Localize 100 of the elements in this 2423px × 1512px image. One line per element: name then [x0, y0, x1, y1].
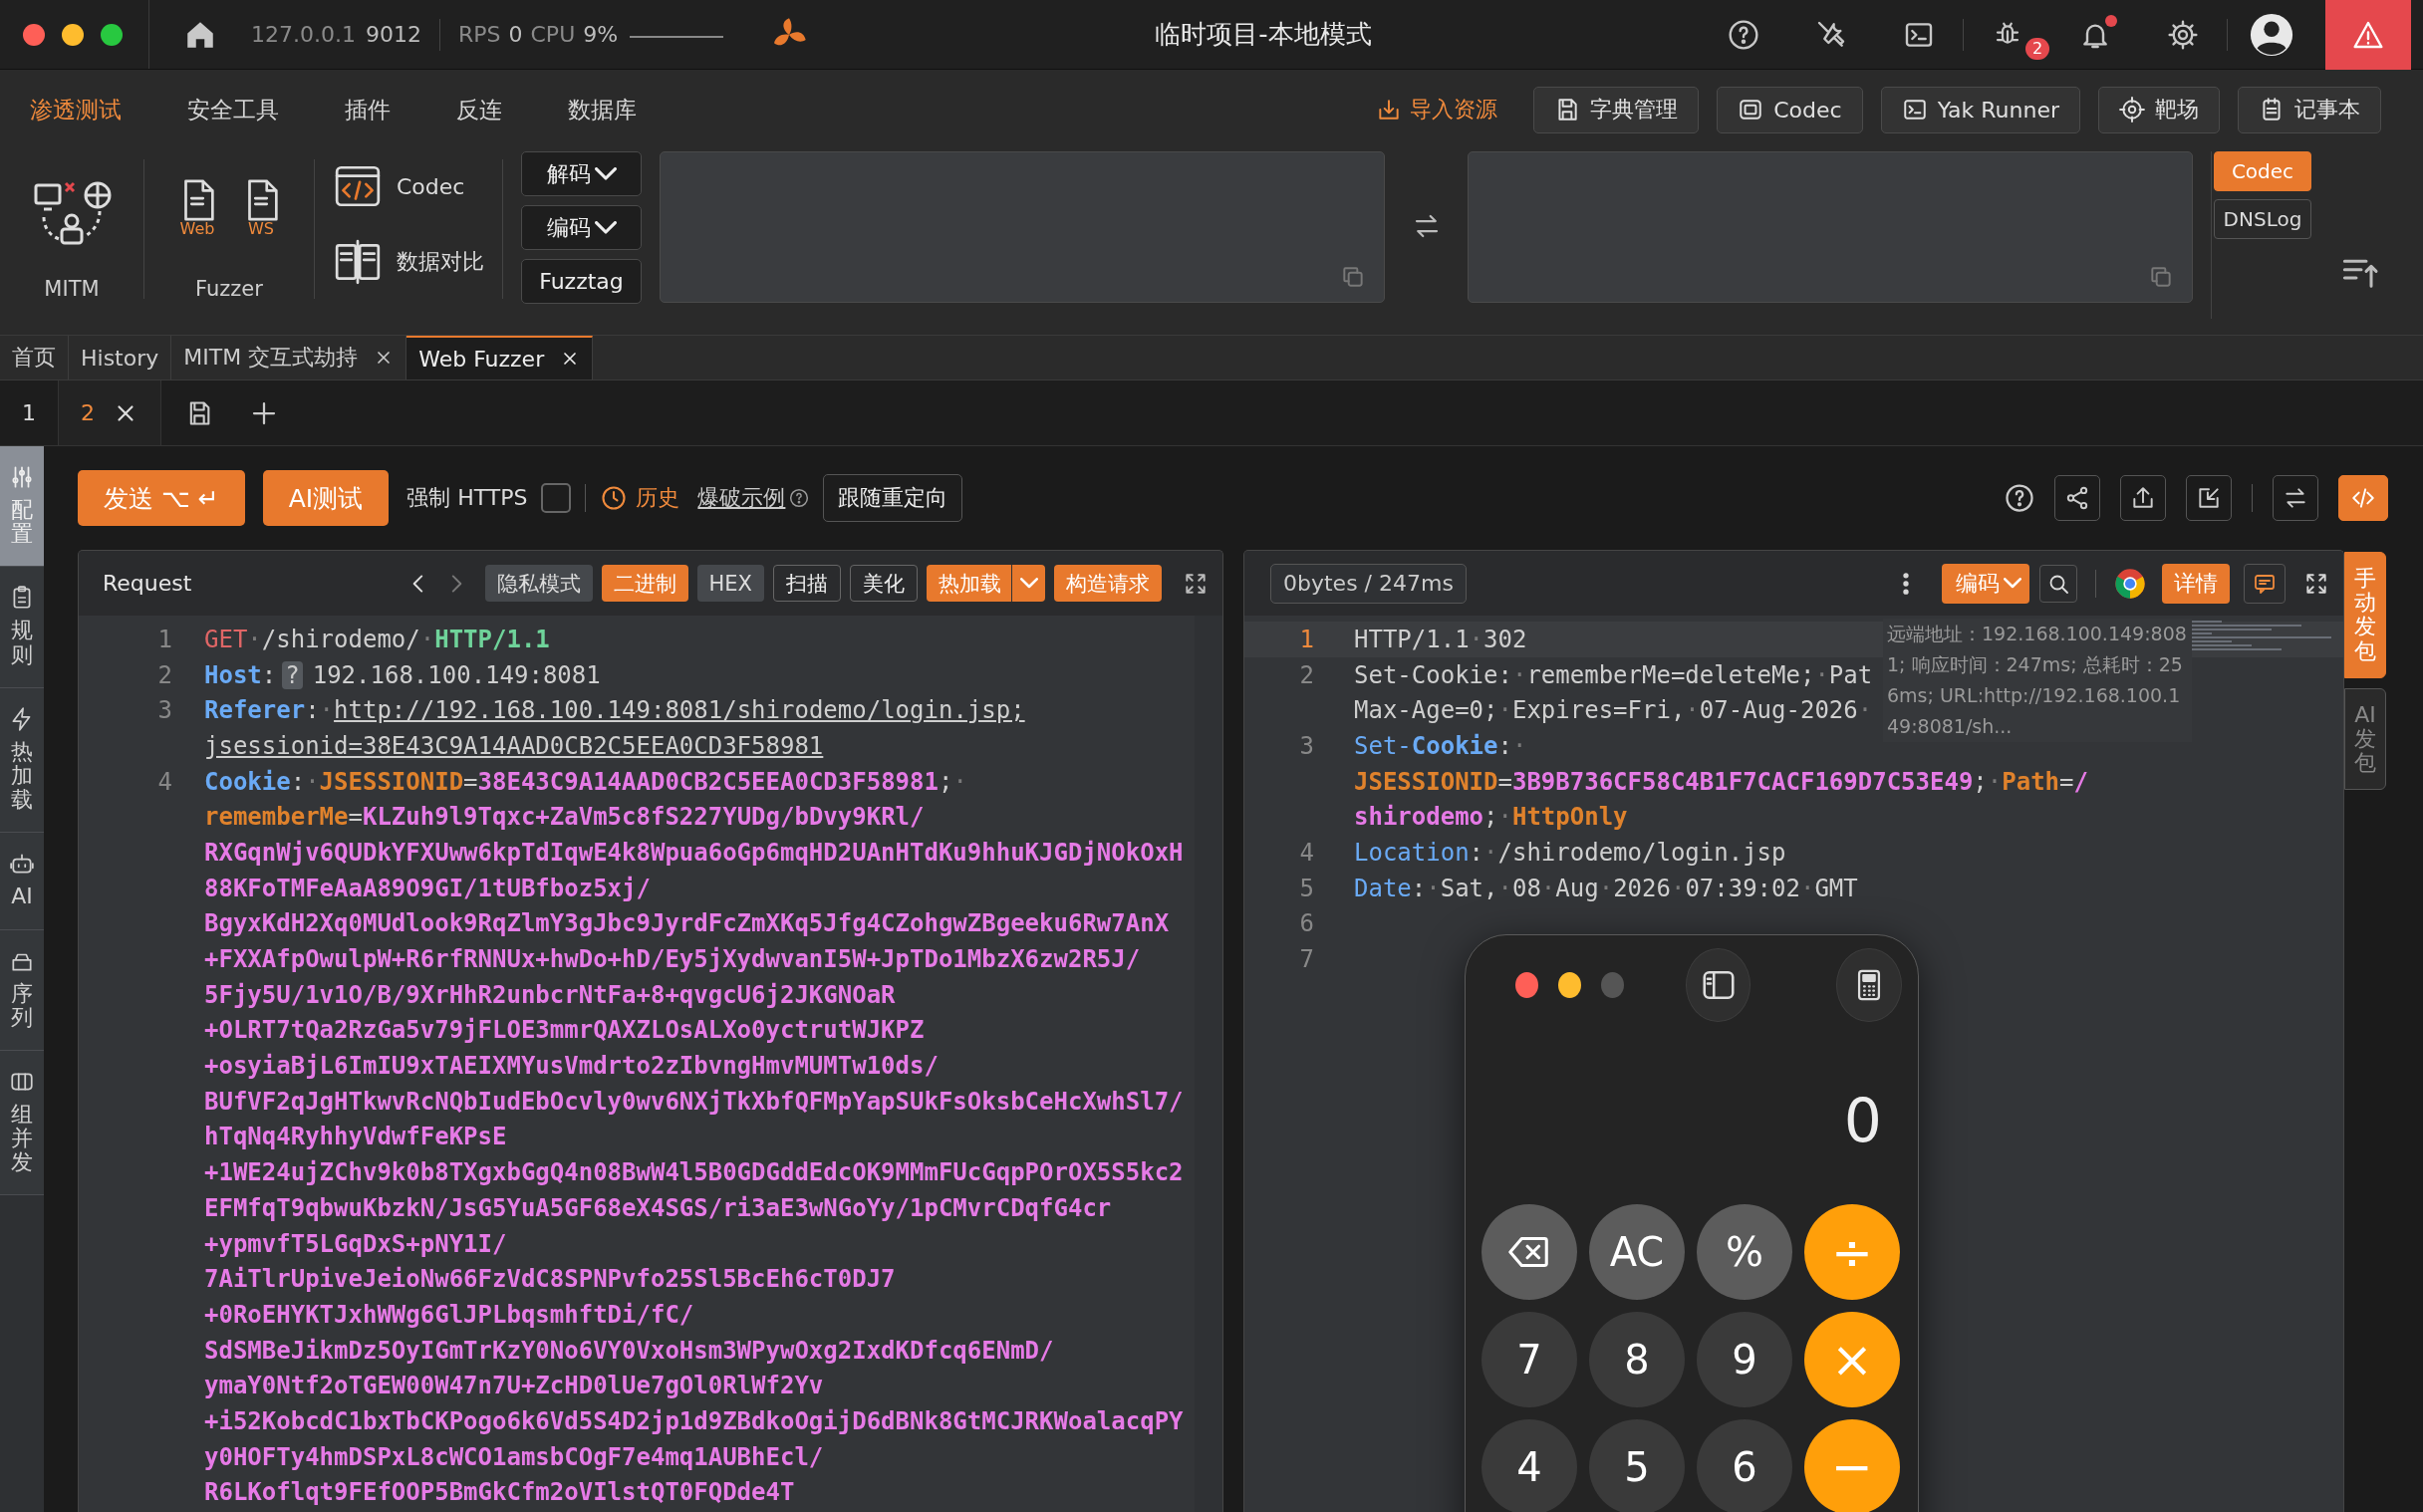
- example-link[interactable]: 爆破示例: [697, 483, 786, 513]
- code-line: +1WE24ujZChv9k0b8TXgxbGgQ4n08BwW4l5B0GDGddEdcOK9MMmFUcGqpPOrOX5S5kc2: [204, 1158, 1184, 1187]
- share-button[interactable]: [2054, 475, 2100, 521]
- code-line: Set-Cookie:·: [1354, 731, 1527, 760]
- help-icon[interactable]: [2005, 483, 2034, 513]
- copy-icon[interactable]: [1340, 264, 1366, 290]
- sidebar-tab[interactable]: 序列: [0, 929, 44, 1051]
- swap-button[interactable]: [2273, 475, 2318, 521]
- line-number: 2: [1298, 660, 1315, 689]
- follow-redirect-button[interactable]: 跟随重定向: [823, 474, 963, 522]
- minimize-window-button[interactable]: [62, 23, 84, 46]
- code-line: EFMfqT9qbwuKbzkN/JsG5YuA5GF68eX4SGS/ri3aE3wNGoYy/1pCMvrCDqfG4cr: [204, 1193, 1112, 1222]
- output-field[interactable]: [1468, 151, 2193, 303]
- code-line: Referer:·http://192.168.100.149:8081/shirodemo/login.jsp;: [204, 696, 1025, 725]
- code-line: Max-Age=0;·Expires=Fri,·07-Aug-2026·: [1354, 696, 1873, 725]
- minimize-window-button[interactable]: [1557, 972, 1581, 998]
- calculator-key[interactable]: %: [1697, 1204, 1792, 1300]
- input-field[interactable]: [660, 151, 1385, 303]
- rps-label: RPS: [457, 22, 501, 47]
- code-line: HTTP/1.1·302: [1354, 625, 1527, 653]
- file-type-label: WS: [248, 219, 274, 238]
- menu-tab[interactable]: 插件: [345, 94, 391, 126]
- toolbar-button[interactable]: Yak Runner: [1880, 86, 2080, 133]
- code-line: +i52KobcdC1bxTbCKPogo6k6Vd5S4D2jp1d9ZBdkoOgijD6dBNk8GtMCJRKWoalacqPY: [204, 1406, 1184, 1435]
- code-line: BgyxKdH2Xq0MUdlook9RqZlmY3gJbc9JyrdFcZmXKq5Jfg4CZohgwZBgeeku6Rw7AnX: [204, 909, 1170, 938]
- code-line: RXGqnWjv6QUDkYFXUww6kpTdIqwE4k8Wpua6oGp6mqHD2UAnHTdKu9hhuKJGDjNOkOxH: [204, 838, 1184, 867]
- comment-button[interactable]: [2244, 563, 2286, 604]
- close-window-button[interactable]: [1515, 972, 1538, 998]
- help-icon[interactable]: [789, 488, 810, 508]
- warning-button[interactable]: [2325, 0, 2411, 70]
- mode-button[interactable]: 扫描: [773, 565, 841, 602]
- code-line: +OLRT7tQa2RzGa5v79jFLOE3mmrQAXZLOsALXo0yctrutWJKPZ: [204, 1016, 925, 1045]
- calculator-key[interactable]: 7: [1481, 1312, 1577, 1407]
- compare-label[interactable]: 数据对比: [397, 247, 484, 277]
- force-https-checkbox[interactable]: [541, 483, 572, 513]
- dropdown-button[interactable]: 编码: [521, 205, 642, 250]
- menu-tab[interactable]: 渗透测试: [30, 94, 122, 126]
- mode-button[interactable]: 美化: [850, 565, 918, 602]
- avatar-icon[interactable]: [2249, 11, 2294, 58]
- dropdown-button[interactable]: 解码: [521, 151, 642, 196]
- sidebar-tab[interactable]: 规则: [0, 567, 44, 688]
- toolbar-button[interactable]: 字典管理: [1533, 86, 1700, 133]
- search-button[interactable]: [2039, 564, 2077, 603]
- browser-icon[interactable]: [2114, 567, 2146, 600]
- toolbar-button[interactable]: 靶场: [2098, 86, 2220, 133]
- code-line: Set-Cookie:·rememberMe=deleteMe;·Pat: [1354, 660, 1873, 689]
- code-line: 88KFoTMFeAaA89O9GI/1tUBfboz5xj/: [204, 874, 651, 902]
- code-button[interactable]: [2338, 475, 2388, 521]
- swap-icon: [2283, 485, 2308, 511]
- upload-button[interactable]: [2120, 475, 2166, 521]
- export-button[interactable]: [2186, 475, 2232, 521]
- document-tab[interactable]: 首页: [0, 336, 69, 379]
- notification-badge: 2: [2025, 37, 2050, 60]
- menu-tab[interactable]: 数据库: [568, 94, 637, 126]
- code-line: +ypmvfT5LGqDxS+pNY1I/: [204, 1229, 507, 1258]
- toolbar-button[interactable]: 记事本: [2238, 86, 2381, 133]
- side-tab[interactable]: AI发包: [2344, 687, 2386, 791]
- sidebar-tab[interactable]: 热加载: [0, 687, 44, 834]
- response-stats: 0bytes / 247ms: [1270, 563, 1467, 604]
- upload-icon: [2130, 485, 2156, 511]
- calculator-key[interactable]: 4: [1481, 1419, 1577, 1512]
- share-icon: [2064, 485, 2090, 511]
- request-tab[interactable]: 2: [59, 380, 161, 445]
- copy-icon[interactable]: [2148, 264, 2174, 290]
- compare-icon[interactable]: [333, 237, 383, 287]
- tool-tag[interactable]: DNSLog: [2214, 199, 2311, 239]
- code-line: ymaY0Ntf2oTGEW00W47n7U+ZcHD0lUe7gOl0RlWf2Yv: [204, 1372, 824, 1400]
- help-icon[interactable]: [1728, 18, 1759, 51]
- toolbar-button[interactable]: Codec: [1717, 86, 1863, 133]
- fuzzer-label: Fuzzer: [195, 277, 263, 301]
- menu-tab[interactable]: 安全工具: [187, 94, 279, 126]
- calculator-key[interactable]: 8: [1589, 1312, 1685, 1407]
- menu-tab[interactable]: 反连: [456, 94, 502, 126]
- code-line: Host: ? 192.168.100.149:8081: [204, 660, 601, 689]
- sidebar-tab[interactable]: AI: [0, 833, 44, 930]
- chevron-down-icon: [594, 220, 617, 235]
- code-line: y0HOFTy4hmDSPxL8cWCO1amsbCOgF7e4mq1AUBhEcl/: [204, 1442, 824, 1471]
- calculator-key[interactable]: 9: [1697, 1312, 1792, 1407]
- code-line: 7AiTlrUpiveJeioNw66FzVdC8SPNPvfo25Sl5BcEh6cT0DJ7: [204, 1265, 896, 1294]
- mode-button[interactable]: HEX: [696, 565, 764, 602]
- close-window-button[interactable]: [23, 23, 45, 46]
- document-tab[interactable]: History: [69, 336, 172, 379]
- history-link[interactable]: 历史: [600, 483, 680, 513]
- mode-button[interactable]: 隐私模式: [484, 565, 593, 602]
- codec-label[interactable]: Codec: [397, 173, 465, 199]
- code-line: hTqNq4RyhhyVdwfFeKPsE: [204, 1123, 507, 1151]
- fuzztag-button[interactable]: Fuzztag: [521, 259, 642, 304]
- settings-icon[interactable]: [2167, 18, 2199, 51]
- line-number: 2: [156, 660, 173, 689]
- calculator-key[interactable]: AC: [1589, 1204, 1685, 1300]
- window-title: 临时项目-本地模式: [1154, 18, 1373, 51]
- calculator-key[interactable]: 5: [1589, 1419, 1685, 1512]
- zoom-window-button[interactable]: [101, 23, 123, 46]
- sidebar-tab[interactable]: 组并发: [0, 1050, 44, 1196]
- document-tab[interactable]: Web Fuzzer: [406, 336, 594, 379]
- calculator-key[interactable]: 6: [1697, 1419, 1792, 1512]
- terminal-icon: [1901, 97, 1928, 123]
- code-line: BUfVF2qJgHTkwvRcNQbIudEbOcvly0wv6NXjTkXbfQFMpYapSUkFsOksbCeHcXwhSl7/: [204, 1087, 1184, 1116]
- code-line: shirodemo;·HttpOnly: [1354, 803, 1628, 832]
- import-link[interactable]: 导入资源: [1376, 95, 1498, 125]
